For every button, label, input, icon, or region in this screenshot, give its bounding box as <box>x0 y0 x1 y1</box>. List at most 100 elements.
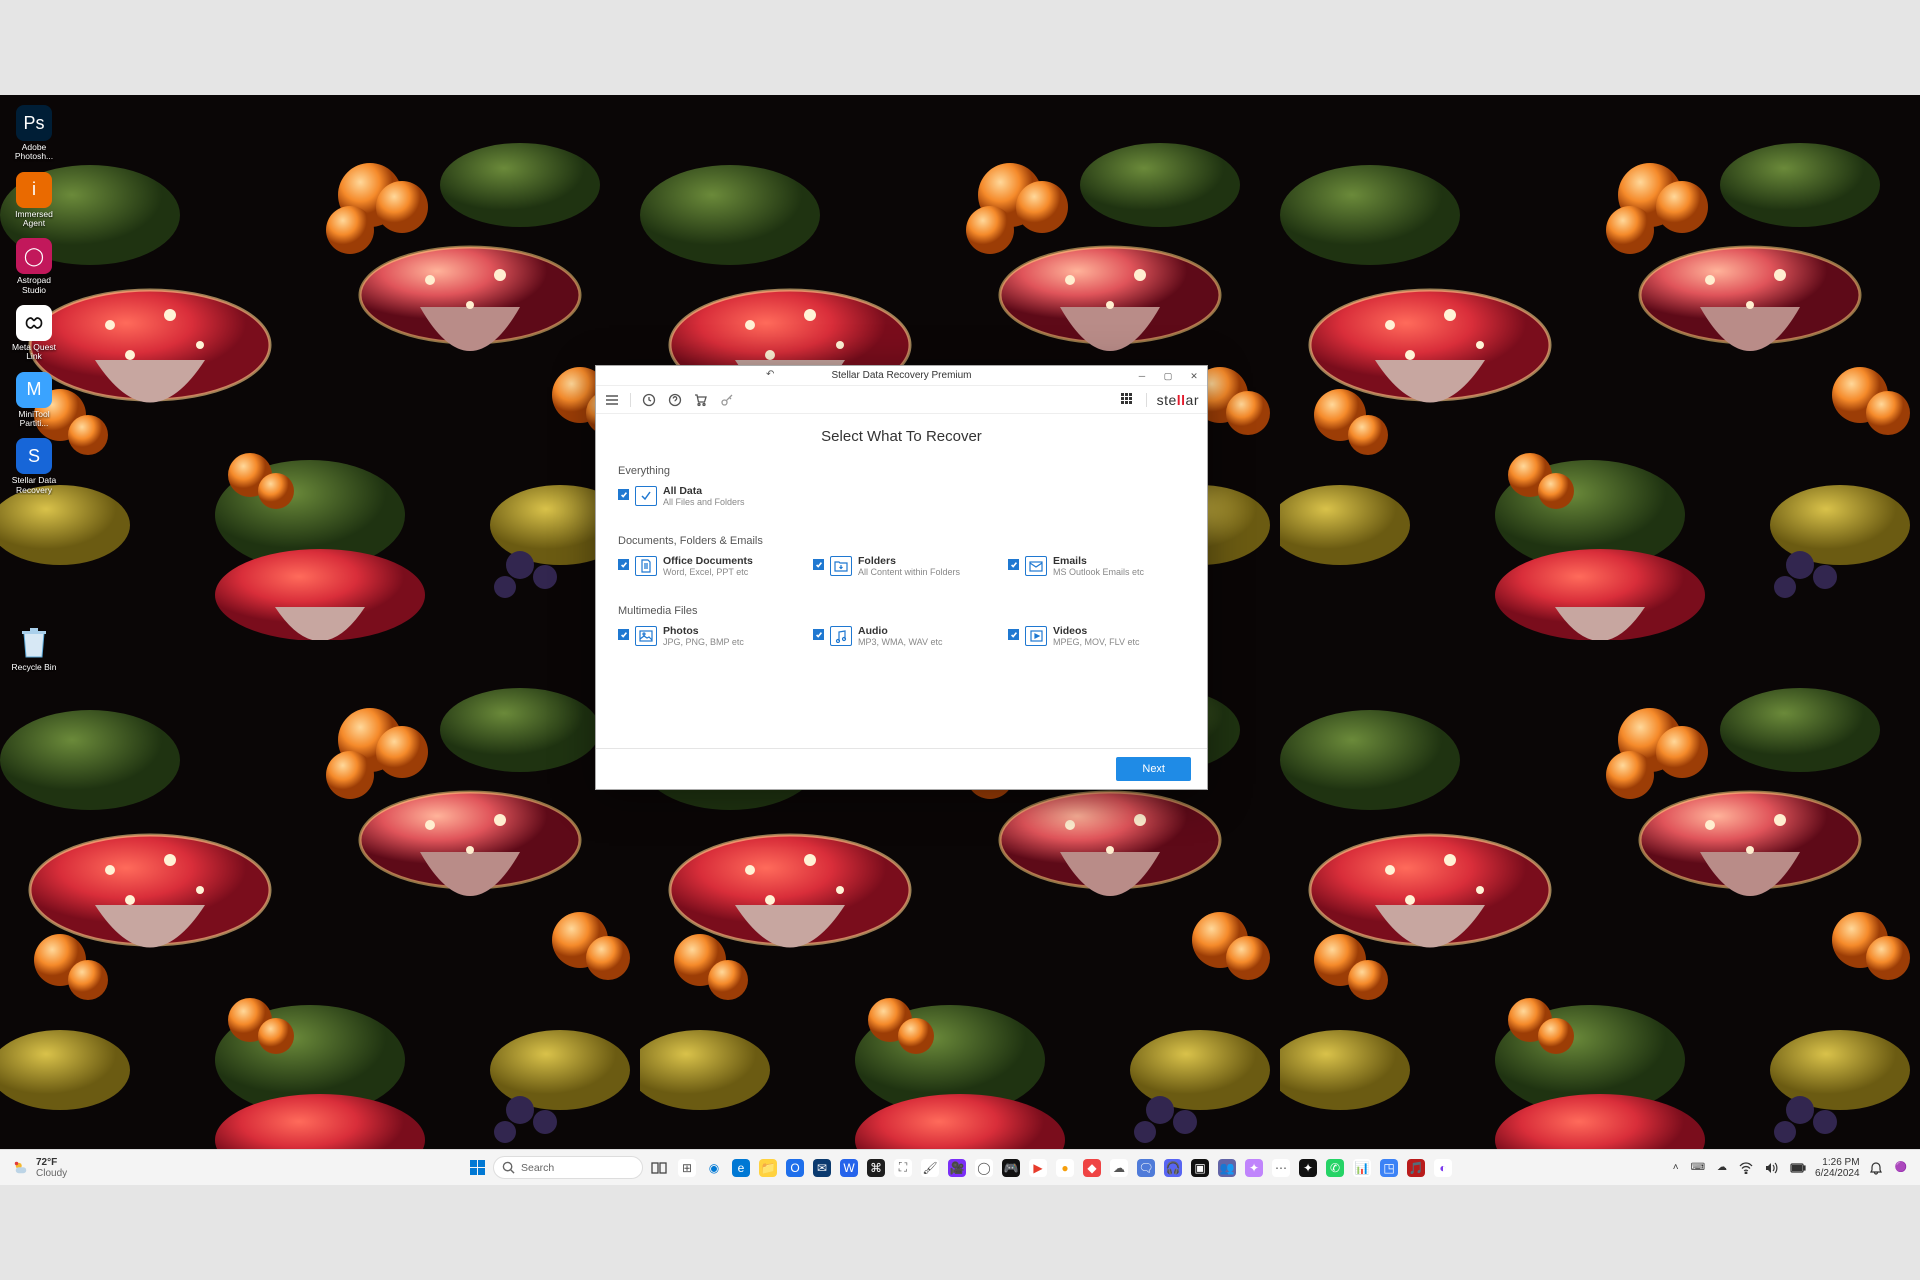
checkbox-emails[interactable] <box>1008 559 1019 570</box>
pinned-app-6[interactable]: W <box>837 1156 861 1180</box>
video-icon <box>1025 626 1047 646</box>
desktop-icon-metaquest[interactable]: Meta Quest Link <box>6 305 62 362</box>
pinned-app-24[interactable]: ✆ <box>1323 1156 1347 1180</box>
taskbar-pinned: ⊞◉e📁O✉W⌘⛶🖌🎥◯🎮▶●◆☁🗨🎧▣👥✦⋯✦✆📊◳🎵◐ <box>675 1156 1455 1180</box>
next-button[interactable]: Next <box>1116 757 1191 781</box>
option-videos[interactable]: VideosMPEG, MOV, FLV etc <box>1008 625 1185 647</box>
pinned-app-9[interactable]: 🖌 <box>918 1156 942 1180</box>
section-everything: Everything <box>618 465 1185 477</box>
pinned-app-2[interactable]: e <box>729 1156 753 1180</box>
history-icon[interactable] <box>641 392 657 408</box>
app-toolbar: stellar <box>596 386 1207 414</box>
tray-copilot-icon[interactable]: 🟣 <box>1892 1160 1910 1175</box>
pinned-app-26[interactable]: ◳ <box>1377 1156 1401 1180</box>
key-icon[interactable] <box>719 392 735 408</box>
checkbox-all-data[interactable] <box>618 489 629 500</box>
document-icon <box>635 556 657 576</box>
task-view-button[interactable] <box>647 1156 671 1180</box>
system-tray: ˄ ⌨ ☁ 1:26 PM6/24/2024 🟣 <box>1660 1157 1920 1179</box>
taskbar-weather[interactable]: 72°FCloudy <box>0 1157 79 1179</box>
desktop[interactable]: PsAdobe Photosh... iImmersed Agent ◯Astr… <box>0 95 1920 1185</box>
letterbox-top <box>0 0 1920 95</box>
pinned-app-7[interactable]: ⌘ <box>864 1156 888 1180</box>
tray-onedrive-icon[interactable]: ☁ <box>1714 1160 1730 1175</box>
pinned-app-8[interactable]: ⛶ <box>891 1156 915 1180</box>
start-button[interactable] <box>465 1156 489 1180</box>
desktop-icon-minitool[interactable]: MMiniTool Partiti... <box>6 372 62 429</box>
desktop-icon-astropad[interactable]: ◯Astropad Studio <box>6 238 62 295</box>
pinned-app-23[interactable]: ✦ <box>1296 1156 1320 1180</box>
pinned-app-11[interactable]: ◯ <box>972 1156 996 1180</box>
pinned-app-21[interactable]: ✦ <box>1242 1156 1266 1180</box>
checkbox-videos[interactable] <box>1008 629 1019 640</box>
pinned-app-0[interactable]: ⊞ <box>675 1156 699 1180</box>
photo-icon <box>635 626 657 646</box>
desktop-icons: PsAdobe Photosh... iImmersed Agent ◯Astr… <box>6 105 62 672</box>
tray-volume-icon[interactable] <box>1762 1160 1781 1176</box>
content: Select What To Recover Everything All Da… <box>596 414 1207 748</box>
pinned-app-28[interactable]: ◐ <box>1431 1156 1455 1180</box>
tray-keyboard-icon[interactable]: ⌨ <box>1688 1160 1708 1175</box>
checkbox-folders[interactable] <box>813 559 824 570</box>
close-button[interactable]: ✕ <box>1181 366 1207 386</box>
checkbox-photos[interactable] <box>618 629 629 640</box>
option-office-documents[interactable]: Office DocumentsWord, Excel, PPT etc <box>618 555 795 577</box>
page-title: Select What To Recover <box>618 428 1185 445</box>
pinned-app-1[interactable]: ◉ <box>702 1156 726 1180</box>
recycle-bin-icon <box>18 625 50 661</box>
pinned-app-3[interactable]: 📁 <box>756 1156 780 1180</box>
desktop-icon-recycle-bin[interactable]: Recycle Bin <box>6 625 62 672</box>
tray-chevron-icon[interactable]: ˄ <box>1670 1160 1682 1175</box>
desktop-icon-immersed[interactable]: iImmersed Agent <box>6 172 62 229</box>
tray-notifications-icon[interactable] <box>1866 1159 1886 1177</box>
cart-icon[interactable] <box>693 392 709 408</box>
desktop-icon-stellar[interactable]: SStellar Data Recovery <box>6 438 62 495</box>
section-multimedia: Multimedia Files <box>618 605 1185 617</box>
pinned-app-19[interactable]: ▣ <box>1188 1156 1212 1180</box>
option-photos[interactable]: PhotosJPG, PNG, BMP etc <box>618 625 795 647</box>
pinned-app-17[interactable]: 🗨 <box>1134 1156 1158 1180</box>
taskbar-clock[interactable]: 1:26 PM6/24/2024 <box>1815 1157 1860 1179</box>
folder-icon <box>830 556 852 576</box>
audio-icon <box>830 626 852 646</box>
desktop-icon-photoshop[interactable]: PsAdobe Photosh... <box>6 105 62 162</box>
pinned-app-20[interactable]: 👥 <box>1215 1156 1239 1180</box>
app-footer: Next <box>596 748 1207 789</box>
option-all-data[interactable]: All DataAll Files and Folders <box>618 485 795 507</box>
pinned-app-12[interactable]: 🎮 <box>999 1156 1023 1180</box>
app-window-stellar: ↶ Stellar Data Recovery Premium ─ ▢ ✕ st… <box>595 365 1208 790</box>
option-folders[interactable]: FoldersAll Content within Folders <box>813 555 990 577</box>
pinned-app-10[interactable]: 🎥 <box>945 1156 969 1180</box>
pinned-app-13[interactable]: ▶ <box>1026 1156 1050 1180</box>
pinned-app-18[interactable]: 🎧 <box>1161 1156 1185 1180</box>
taskbar: 72°FCloudy Search ⊞◉e📁O✉W⌘⛶🖌🎥◯🎮▶●◆☁🗨🎧▣👥✦… <box>0 1149 1920 1185</box>
email-icon <box>1025 556 1047 576</box>
taskbar-search[interactable]: Search <box>493 1156 643 1179</box>
titlebar[interactable]: ↶ Stellar Data Recovery Premium ─ ▢ ✕ <box>596 366 1207 386</box>
option-emails[interactable]: EmailsMS Outlook Emails etc <box>1008 555 1185 577</box>
pinned-app-4[interactable]: O <box>783 1156 807 1180</box>
maximize-button[interactable]: ▢ <box>1155 366 1181 386</box>
pinned-app-22[interactable]: ⋯ <box>1269 1156 1293 1180</box>
pinned-app-5[interactable]: ✉ <box>810 1156 834 1180</box>
pinned-app-27[interactable]: 🎵 <box>1404 1156 1428 1180</box>
tray-wifi-icon[interactable] <box>1736 1160 1756 1176</box>
back-icon[interactable]: ↶ <box>766 369 774 380</box>
help-icon[interactable] <box>667 392 683 408</box>
tray-battery-icon[interactable] <box>1787 1161 1809 1175</box>
weather-icon <box>12 1159 30 1177</box>
option-audio[interactable]: AudioMP3, WMA, WAV etc <box>813 625 990 647</box>
taskbar-center: Search ⊞◉e📁O✉W⌘⛶🖌🎥◯🎮▶●◆☁🗨🎧▣👥✦⋯✦✆📊◳🎵◐ <box>465 1156 1455 1180</box>
menu-icon[interactable] <box>604 392 620 408</box>
brand-logo: stellar <box>1157 392 1199 408</box>
letterbox-bottom <box>0 1185 1920 1280</box>
pinned-app-25[interactable]: 📊 <box>1350 1156 1374 1180</box>
pinned-app-15[interactable]: ◆ <box>1080 1156 1104 1180</box>
pinned-app-14[interactable]: ● <box>1053 1156 1077 1180</box>
checkbox-audio[interactable] <box>813 629 824 640</box>
pinned-app-16[interactable]: ☁ <box>1107 1156 1131 1180</box>
checkbox-office[interactable] <box>618 559 629 570</box>
all-data-icon <box>635 486 657 506</box>
apps-grid-icon[interactable] <box>1120 392 1136 408</box>
minimize-button[interactable]: ─ <box>1129 366 1155 386</box>
